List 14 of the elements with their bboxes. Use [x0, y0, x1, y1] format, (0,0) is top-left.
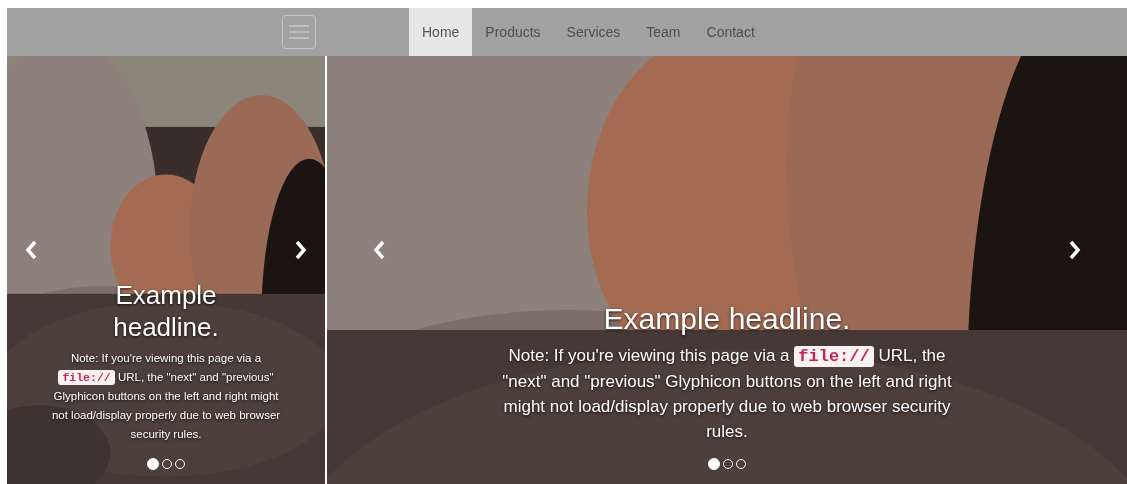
chevron-right-icon[interactable] [295, 240, 307, 260]
chevron-left-icon[interactable] [373, 240, 385, 260]
nav-link[interactable]: Products [472, 8, 554, 56]
nav-link[interactable]: Team [633, 8, 694, 56]
carousel-note: Note: If you're viewing this page via a file:// URL, the "next" and "previous" Glyphicon buttons on the left and right might not load/display properly due to web browser security rules. [501, 345, 953, 443]
menu-icon [289, 25, 309, 39]
carousel-note: Note: If you're viewing this page via a file:// URL, the "next" and "previous" Glyphicon buttons on the left and right might not load/display properly due to web browser security rules. [51, 351, 281, 442]
nav-link[interactable]: Services [553, 8, 634, 56]
chevron-right-icon[interactable] [1069, 240, 1081, 260]
chevron-left-icon[interactable] [25, 240, 37, 260]
carousel-headline: Example headline. [602, 301, 852, 337]
carousel-headline: Example headline. [112, 279, 220, 343]
nav-link[interactable]: Contact [693, 8, 768, 56]
nav-link[interactable]: Home [409, 8, 473, 56]
